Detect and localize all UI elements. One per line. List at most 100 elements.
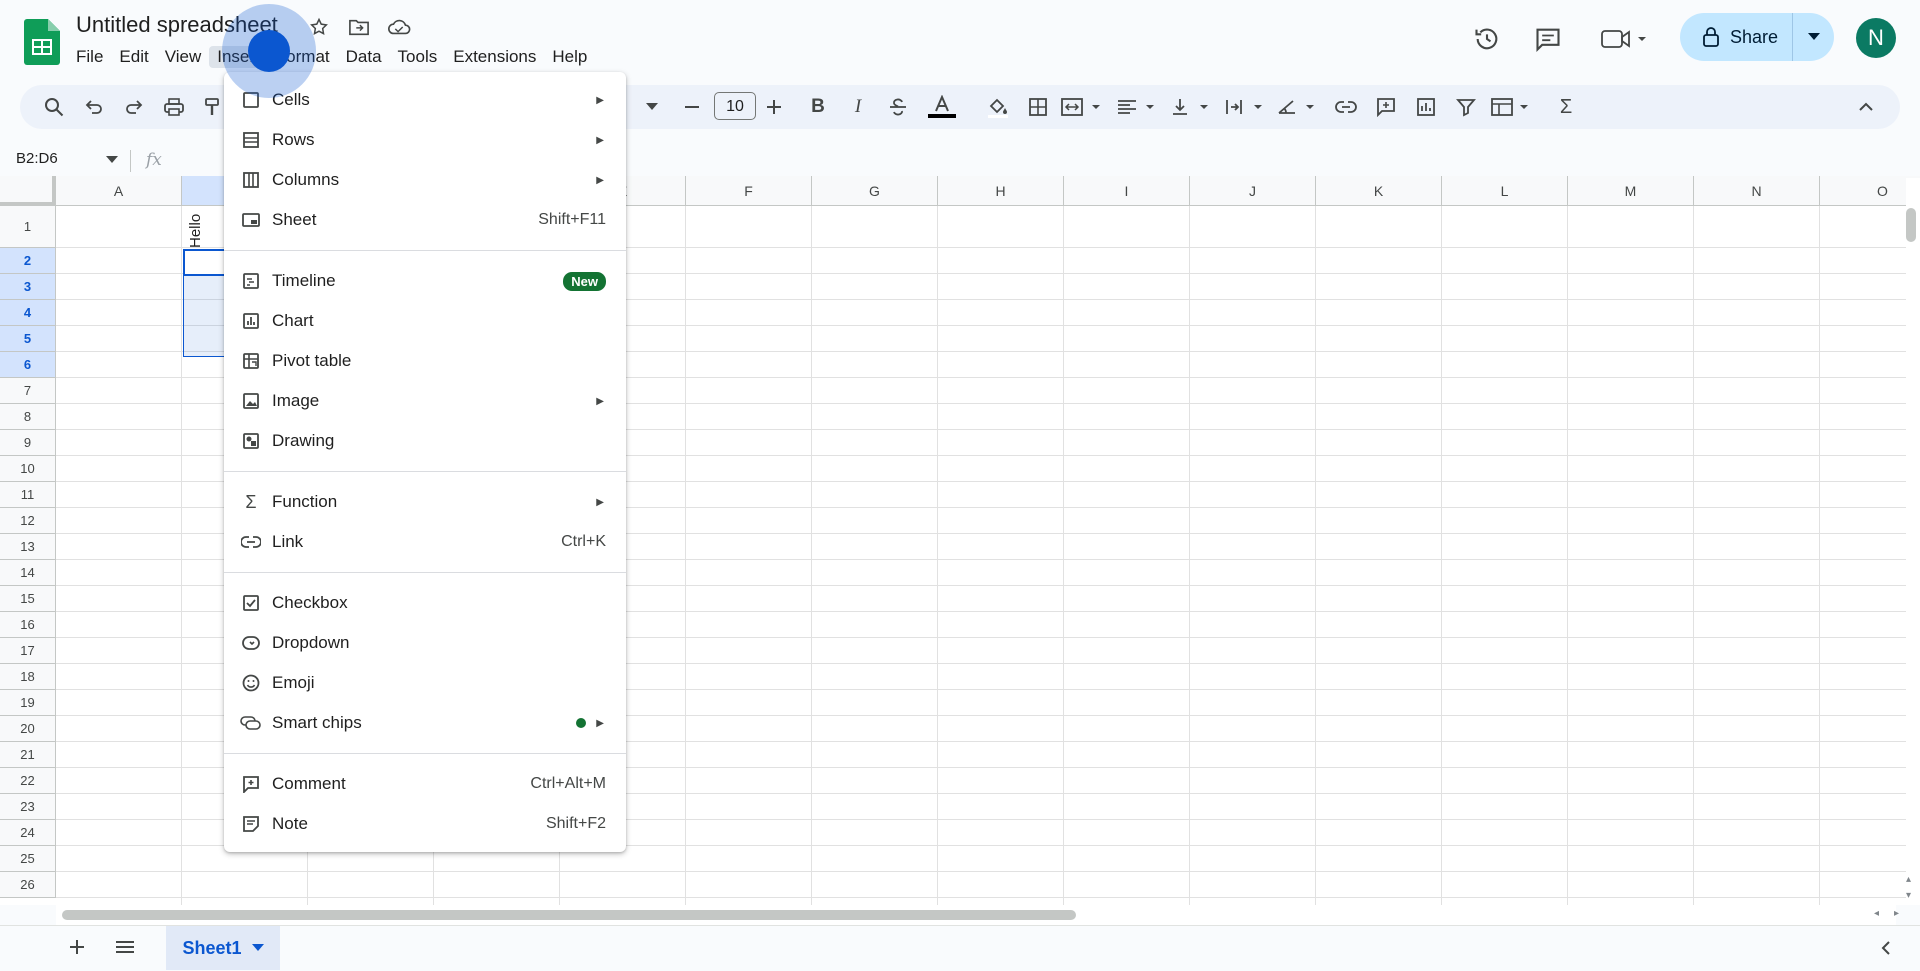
undo-icon[interactable] (82, 95, 106, 119)
menu-item-image[interactable]: Image ▶ (224, 381, 626, 421)
text-rotation-icon[interactable] (1276, 95, 1320, 119)
menu-item-link[interactable]: Link Ctrl+K (224, 522, 626, 562)
side-panel-toggle-icon[interactable] (1876, 936, 1896, 960)
menu-item-dropdown[interactable]: Dropdown (224, 623, 626, 663)
bold-icon[interactable]: B (806, 95, 830, 119)
menu-item-smart-chips[interactable]: Smart chips ▶ (224, 703, 626, 743)
menu-item-comment[interactable]: Comment Ctrl+Alt+M (224, 764, 626, 804)
row-header-18[interactable]: 18 (0, 664, 56, 690)
column-header-h[interactable]: H (938, 176, 1064, 206)
menu-edit[interactable]: Edit (111, 46, 156, 68)
scroll-left-icon[interactable]: ◂ (1874, 908, 1879, 919)
decrease-font-size-icon[interactable] (680, 95, 704, 119)
column-header-m[interactable]: M (1568, 176, 1694, 206)
scroll-up-icon[interactable]: ▴ (1906, 874, 1911, 885)
increase-font-size-icon[interactable] (762, 95, 786, 119)
row-header-11[interactable]: 11 (0, 482, 56, 508)
font-size-input[interactable]: 10 (714, 92, 756, 120)
fill-color-icon[interactable] (986, 95, 1010, 119)
print-icon[interactable] (162, 95, 186, 119)
redo-icon[interactable] (122, 95, 146, 119)
text-wrapping-icon[interactable] (1224, 95, 1268, 119)
menu-item-function[interactable]: Σ Function ▶ (224, 482, 626, 522)
share-button[interactable]: Share (1680, 13, 1834, 61)
menu-file[interactable]: File (68, 46, 111, 68)
menu-item-drawing[interactable]: Drawing (224, 421, 626, 461)
column-header-n[interactable]: N (1694, 176, 1820, 206)
horizontal-align-icon[interactable] (1116, 95, 1160, 119)
column-header-g[interactable]: G (812, 176, 938, 206)
row-header-16[interactable]: 16 (0, 612, 56, 638)
column-header-k[interactable]: K (1316, 176, 1442, 206)
row-header-5[interactable]: 5 (0, 326, 56, 352)
row-header-2[interactable]: 2 (0, 248, 56, 274)
name-box-caret-icon[interactable] (106, 156, 118, 164)
menu-item-checkbox[interactable]: Checkbox (224, 583, 626, 623)
menu-item-note[interactable]: Note Shift+F2 (224, 804, 626, 844)
borders-icon[interactable] (1026, 95, 1050, 119)
row-header-26[interactable]: 26 (0, 872, 56, 898)
sheet-tab-caret-icon[interactable] (251, 944, 264, 952)
cloud-status-icon[interactable] (386, 14, 412, 40)
all-sheets-icon[interactable] (112, 934, 138, 960)
menu-data[interactable]: Data (338, 46, 390, 68)
name-box[interactable]: B2:D6 (16, 150, 58, 167)
row-header-8[interactable]: 8 (0, 404, 56, 430)
row-header-12[interactable]: 12 (0, 508, 56, 534)
functions-icon[interactable]: Σ (1554, 95, 1578, 119)
merge-cells-icon[interactable] (1060, 95, 1104, 119)
version-history-icon[interactable] (1472, 24, 1502, 54)
row-header-14[interactable]: 14 (0, 560, 56, 586)
filter-views-icon[interactable] (1490, 95, 1534, 119)
row-header-4[interactable]: 4 (0, 300, 56, 326)
sheets-logo-icon[interactable] (24, 19, 60, 65)
add-sheet-icon[interactable] (64, 934, 90, 960)
select-all-corner[interactable] (0, 176, 56, 206)
column-header-l[interactable]: L (1442, 176, 1568, 206)
column-header-a[interactable]: A (56, 176, 182, 206)
row-header-13[interactable]: 13 (0, 534, 56, 560)
avatar[interactable]: N (1856, 18, 1896, 58)
row-header-21[interactable]: 21 (0, 742, 56, 768)
row-header-7[interactable]: 7 (0, 378, 56, 404)
collapse-toolbar-icon[interactable] (1854, 95, 1878, 119)
vertical-scrollbar[interactable] (1906, 178, 1920, 905)
menu-view[interactable]: View (157, 46, 210, 68)
share-main[interactable]: Share (1680, 13, 1793, 61)
row-header-1[interactable]: 1 (0, 206, 56, 248)
column-header-f[interactable]: F (686, 176, 812, 206)
paint-format-icon[interactable] (202, 95, 222, 119)
insert-comment-icon[interactable] (1374, 95, 1398, 119)
menu-item-sheet[interactable]: Sheet Shift+F11 (224, 200, 626, 240)
vertical-align-icon[interactable] (1170, 95, 1214, 119)
comments-icon[interactable] (1533, 24, 1563, 54)
row-header-3[interactable]: 3 (0, 274, 56, 300)
font-dropdown-caret-icon[interactable] (640, 95, 664, 119)
column-header-o[interactable]: O (1820, 176, 1920, 206)
text-color-icon[interactable] (926, 95, 958, 119)
menu-item-emoji[interactable]: Emoji (224, 663, 626, 703)
menu-item-rows[interactable]: Rows ▶ (224, 120, 626, 160)
row-header-10[interactable]: 10 (0, 456, 56, 482)
menu-item-chart[interactable]: Chart (224, 301, 626, 341)
column-header-i[interactable]: I (1064, 176, 1190, 206)
menu-item-pivot-table[interactable]: Pivot table (224, 341, 626, 381)
horizontal-scroll-thumb[interactable] (62, 910, 1076, 920)
row-header-6[interactable]: 6 (0, 352, 56, 378)
menu-item-columns[interactable]: Columns ▶ (224, 160, 626, 200)
cell-b1[interactable]: Hello (187, 212, 209, 248)
scroll-right-icon[interactable]: ▸ (1894, 908, 1899, 919)
row-header-20[interactable]: 20 (0, 716, 56, 742)
strikethrough-icon[interactable] (886, 95, 910, 119)
row-header-19[interactable]: 19 (0, 690, 56, 716)
row-header-23[interactable]: 23 (0, 794, 56, 820)
vertical-scroll-thumb[interactable] (1906, 208, 1916, 242)
row-header-9[interactable]: 9 (0, 430, 56, 456)
row-header-15[interactable]: 15 (0, 586, 56, 612)
sheet-tab-sheet1[interactable]: Sheet1 (166, 926, 280, 970)
move-to-folder-icon[interactable] (346, 14, 372, 40)
row-header-25[interactable]: 25 (0, 846, 56, 872)
meet-icon[interactable] (1600, 24, 1648, 54)
scroll-down-icon[interactable]: ▾ (1906, 890, 1911, 901)
search-icon[interactable] (42, 95, 66, 119)
